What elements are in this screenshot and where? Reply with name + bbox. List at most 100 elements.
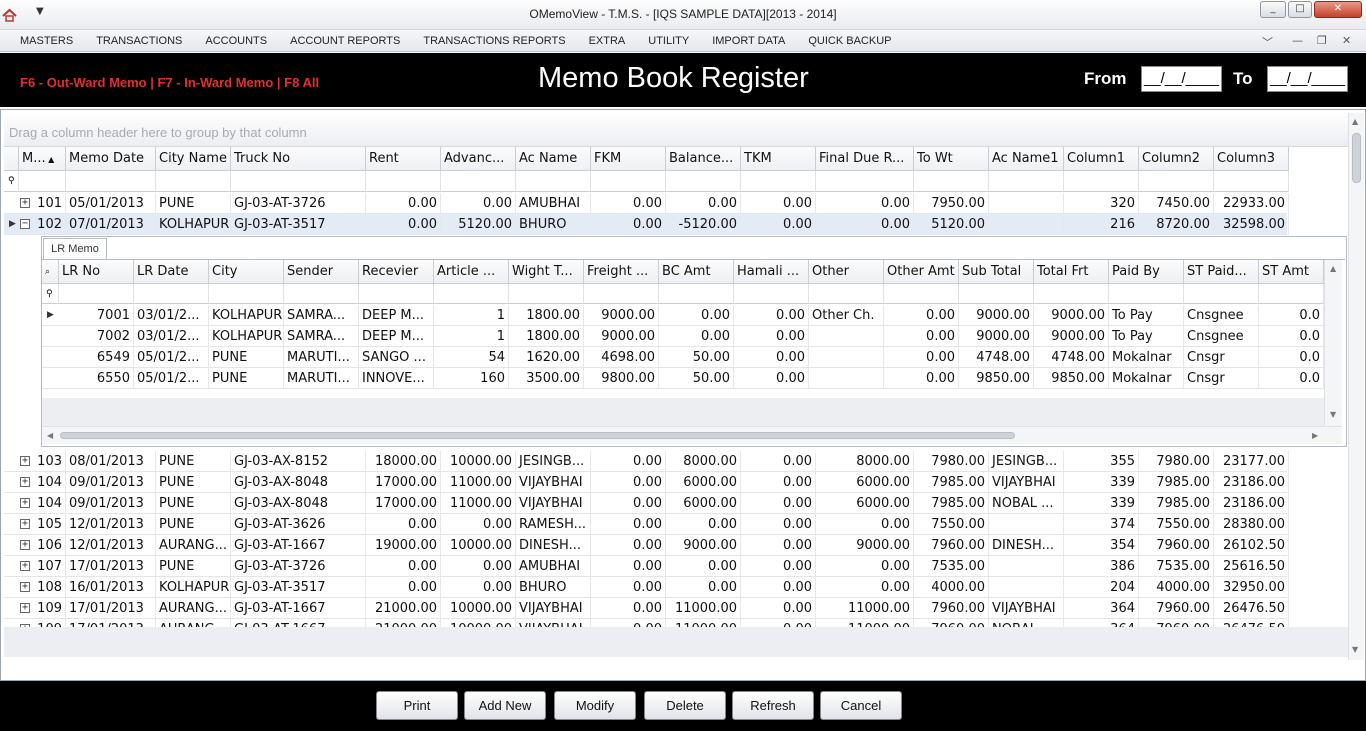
grid-vertical-scrollbar[interactable]: ▲ ▼ [1348, 113, 1364, 660]
scroll-up-icon[interactable]: ▲ [1352, 117, 1358, 126]
lr-column-header[interactable]: LR No [59, 260, 134, 284]
lr-column-filter-cell[interactable] [659, 284, 734, 304]
column-header[interactable]: Truck No [231, 147, 366, 171]
column-header[interactable]: Column1 [1064, 147, 1139, 171]
column-header[interactable]: FKM [591, 147, 666, 171]
expand-row-icon[interactable]: + [20, 561, 30, 571]
menu-extra[interactable]: EXTRA [589, 35, 626, 47]
lr-column-filter-cell[interactable] [1259, 284, 1324, 304]
close-button[interactable]: ✕ [1314, 1, 1362, 18]
table-row[interactable]: +106 12/01/2013 AURANG... GJ-03-AT-1667 1900… [4, 535, 1289, 556]
lr-search-icon[interactable]: ⌕ [42, 260, 59, 284]
lr-column-header[interactable]: Other [809, 260, 884, 284]
collapse-row-icon[interactable]: − [20, 219, 30, 229]
table-row[interactable]: +105 12/01/2013 PUNE GJ-03-AT-3626 0.00 0.00 R… [4, 514, 1289, 535]
menu-account-reports[interactable]: ACCOUNT REPORTS [290, 35, 400, 47]
maximize-button[interactable]: □ [1288, 1, 1312, 18]
column-filter-cell[interactable] [366, 171, 441, 192]
mdi-minimize-icon[interactable]: — [1292, 34, 1303, 47]
column-header[interactable]: Column2 [1139, 147, 1214, 171]
column-header[interactable]: Final Due R... [816, 147, 914, 171]
scroll-right-icon[interactable]: ▶ [1312, 431, 1318, 440]
lr-column-header[interactable]: Sub Total [959, 260, 1034, 284]
ribbon-collapse-icon[interactable]: ﹀ [1262, 34, 1273, 50]
menu-masters[interactable]: MASTERS [20, 35, 73, 47]
expand-row-icon[interactable]: + [20, 582, 30, 592]
lr-column-filter-cell[interactable] [209, 284, 284, 304]
lr-column-filter-cell[interactable] [734, 284, 809, 304]
expand-row-icon[interactable]: + [20, 477, 30, 487]
column-filter-cell[interactable] [591, 171, 666, 192]
lr-table-row[interactable]: ▶ 7001 03/01/2... KOLHAPUR SAMRA... DEEP M...… [42, 305, 1324, 326]
lr-column-header[interactable]: Recevier [359, 260, 434, 284]
column-header[interactable]: Memo Date [66, 147, 156, 171]
lr-column-header[interactable]: Freight ... [584, 260, 659, 284]
column-header[interactable]: Column3 [1214, 147, 1289, 171]
column-filter-cell[interactable] [741, 171, 816, 192]
scroll-left-icon[interactable]: ◀ [47, 431, 53, 440]
lr-table-row[interactable]: 7002 03/01/2... KOLHAPUR SAMRA... DEEP M... 1… [42, 326, 1324, 347]
lr-column-header[interactable]: LR Date [134, 260, 209, 284]
lr-table-row[interactable]: 6549 05/01/2... PUNE MARUTI... SANGO ... 54 16… [42, 347, 1324, 368]
lr-column-filter-cell[interactable] [959, 284, 1034, 304]
lr-column-header[interactable]: Hamali ... [734, 260, 809, 284]
column-filter-cell[interactable] [989, 171, 1064, 192]
lr-column-filter-cell[interactable] [359, 284, 434, 304]
column-filter-cell[interactable] [914, 171, 989, 192]
lr-column-filter-cell[interactable] [584, 284, 659, 304]
lr-column-header[interactable]: ST Paid... [1184, 260, 1259, 284]
from-date-input[interactable]: __/__/____ [1141, 66, 1222, 92]
table-row[interactable]: +101 05/01/2013 PUNE GJ-03-AT-3726 0.00 0.00 A… [4, 193, 1289, 214]
menu-quick-backup[interactable]: QUICK BACKUP [808, 35, 891, 47]
column-header[interactable]: Ac Name1 [989, 147, 1064, 171]
lr-column-header[interactable]: Article ... [434, 260, 509, 284]
column-filter-cell[interactable] [441, 171, 516, 192]
tab-lr-memo[interactable]: LR Memo [43, 238, 107, 260]
lr-vertical-scrollbar[interactable]: ▲ ▼ [1324, 260, 1342, 426]
lr-column-header[interactable]: Total Frt [1034, 260, 1109, 284]
expand-row-icon[interactable]: + [20, 198, 30, 208]
sort-ascending-icon[interactable]: ▲ [46, 155, 54, 164]
table-row[interactable]: +10917/01/2013AURANG...GJ-03-AT-16672100… [4, 598, 1289, 619]
menu-transactions[interactable]: TRANSACTIONS [96, 35, 182, 47]
lr-column-header[interactable]: Paid By [1109, 260, 1184, 284]
lr-column-filter-cell[interactable] [509, 284, 584, 304]
table-row[interactable]: +104 09/01/2013 PUNE GJ-03-AX-8048 17000.00 1… [4, 493, 1289, 514]
column-filter-cell[interactable] [816, 171, 914, 192]
mdi-restore-icon[interactable]: ❐ [1317, 34, 1327, 47]
lr-column-filter-cell[interactable] [809, 284, 884, 304]
menu-utility[interactable]: UTILITY [648, 35, 689, 47]
lr-column-filter-cell[interactable] [134, 284, 209, 304]
add-new-button[interactable]: Add New [464, 691, 546, 720]
menu-import-data[interactable]: IMPORT DATA [712, 35, 785, 47]
table-row[interactable]: ▶ −102 07/01/2013 KOLHAPUR GJ-03-AT-3517 0.00… [4, 214, 1289, 235]
column-header[interactable]: To Wt [914, 147, 989, 171]
minimize-button[interactable]: _ [1260, 1, 1286, 18]
column-header[interactable]: TKM [741, 147, 816, 171]
cancel-button[interactable]: Cancel [820, 691, 902, 720]
column-header[interactable]: Advanc... [441, 147, 516, 171]
lr-column-filter-cell[interactable] [1184, 284, 1259, 304]
group-by-panel[interactable]: Drag a column header here to group by th… [4, 113, 1348, 147]
lr-column-header[interactable]: Wight T... [509, 260, 584, 284]
column-header[interactable]: M... ▲ [19, 147, 66, 171]
scroll-down-icon[interactable]: ▼ [1352, 645, 1358, 654]
column-header[interactable]: Rent [366, 147, 441, 171]
table-row[interactable]: +103 08/01/2013 PUNE GJ-03-AX-8152 18000.00 1… [4, 451, 1289, 472]
grid-vertical-scroll-thumb[interactable] [1352, 133, 1361, 183]
column-filter-cell[interactable] [66, 171, 156, 192]
expand-row-icon[interactable]: + [20, 456, 30, 466]
refresh-button[interactable]: Refresh [732, 691, 814, 720]
column-filter-cell[interactable] [19, 171, 66, 192]
mdi-close-icon[interactable]: ✕ [1342, 34, 1351, 47]
lr-column-filter-cell[interactable] [1034, 284, 1109, 304]
table-row[interactable]: +108 16/01/2013 KOLHAPUR GJ-03-AT-3517 0.00 0… [4, 577, 1289, 598]
to-date-input[interactable]: __/__/____ [1267, 66, 1348, 92]
table-row[interactable]: +104 09/01/2013 PUNE GJ-03-AX-8048 17000.00 1… [4, 472, 1289, 493]
lr-column-header[interactable]: BC Amt [659, 260, 734, 284]
lr-table-row[interactable]: 6550 05/01/2... PUNE MARUTI... INNOVE... 160 3… [42, 368, 1324, 389]
menu-transactions-reports[interactable]: TRANSACTIONS REPORTS [423, 35, 565, 47]
expand-row-icon[interactable]: + [20, 498, 30, 508]
lr-column-header[interactable]: ST Amt [1259, 260, 1324, 284]
modify-button[interactable]: Modify [554, 691, 636, 720]
